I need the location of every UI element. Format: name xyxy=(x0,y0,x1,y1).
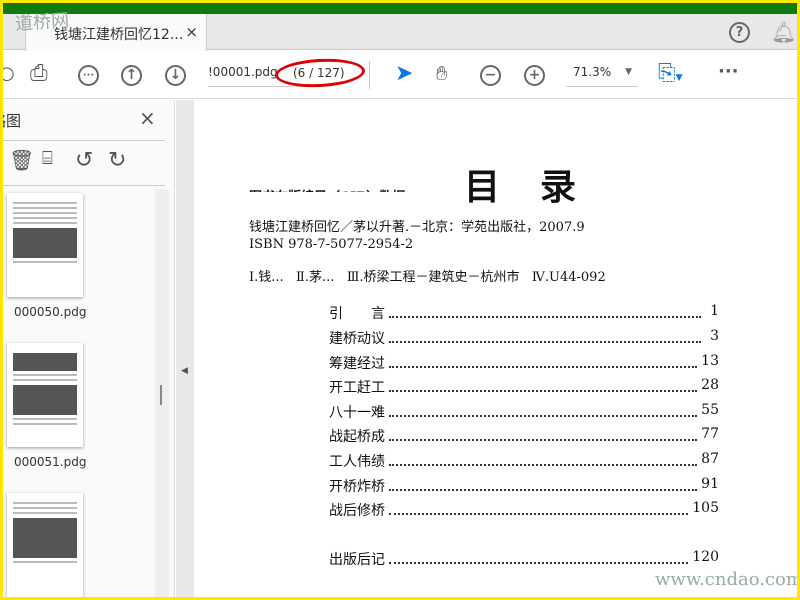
toc-page: 120 xyxy=(692,549,719,565)
toc-page: 13 xyxy=(701,353,719,369)
hand-icon[interactable]: ✋︎ xyxy=(436,63,447,83)
toc-title: 开工赶工 xyxy=(329,380,385,396)
watermark-url: www.cndao.com xyxy=(655,569,797,590)
page-thumbnail[interactable] xyxy=(7,343,83,447)
back-icon[interactable]: ○ xyxy=(3,65,15,83)
thumbnail-label: 000050.pdg xyxy=(14,305,87,319)
close-tab-icon[interactable]: × xyxy=(185,23,198,41)
toc-title: 筹建经过 xyxy=(329,356,385,372)
toc-entry[interactable]: 开工赶工 28 xyxy=(329,377,719,397)
toc-entry[interactable]: 出版后记 120 xyxy=(329,549,719,569)
toc-leader xyxy=(389,402,698,417)
title-bar xyxy=(3,3,797,14)
toc-leader xyxy=(389,377,698,392)
toc-leader xyxy=(389,426,698,441)
print-icon[interactable]: ⎙ xyxy=(30,63,48,85)
fit-page-icon[interactable]: ⎘▼ xyxy=(658,63,683,85)
annotation-oval xyxy=(274,56,366,90)
toc-page: 1 xyxy=(710,303,719,319)
toc-title: 战后修桥 xyxy=(329,503,385,519)
toc-leader xyxy=(389,549,689,564)
cip-isbn: ISBN 978-7-5077-2954-2 xyxy=(249,237,414,252)
resize-handle[interactable] xyxy=(160,385,162,405)
toc-leader xyxy=(389,328,701,343)
toc-entry[interactable]: 战起桥成 77 xyxy=(329,426,719,446)
toc-page: 91 xyxy=(701,476,719,492)
toc-entry[interactable]: 八十一难 55 xyxy=(329,402,719,422)
toc-title: 战起桥成 xyxy=(329,429,385,445)
toc-page: 87 xyxy=(701,451,719,467)
tab-bar: 钱塘江建桥回忆12... × ? 🔔︎ xyxy=(3,14,797,51)
extract-page-icon[interactable]: ⌸ xyxy=(42,150,53,168)
cip-header: 图书在版编目（CIP）数据 xyxy=(249,186,405,192)
toc-title: 建桥动议 xyxy=(329,331,385,347)
help-icon[interactable]: ? xyxy=(729,22,750,43)
chevron-down-icon: ▼ xyxy=(625,67,632,77)
document-page: 目录 图书在版编目（CIP）数据 钱塘江建桥回忆／茅以升著.－北京：学苑出版社，… xyxy=(194,100,797,597)
next-page-icon[interactable]: ↓ xyxy=(165,65,186,86)
tab-title: 钱塘江建桥回忆12... xyxy=(54,27,184,43)
toc-leader xyxy=(389,303,701,318)
toc-page: 105 xyxy=(692,500,719,516)
toc-entry[interactable]: 引 言 1 xyxy=(329,303,719,323)
toc-title: 出版后记 xyxy=(329,552,385,568)
page-thumbnail[interactable] xyxy=(7,193,83,297)
select-cursor-icon[interactable]: ➤ xyxy=(395,63,413,85)
trash-icon[interactable]: 🗑︎ xyxy=(9,150,34,170)
zoom-value: 71.3% xyxy=(573,65,612,79)
toc-page: 55 xyxy=(701,402,719,418)
thumbnail-label: 000051.pdg xyxy=(14,455,87,469)
watermark-logo: 道桥网 xyxy=(14,10,70,35)
toc-leader xyxy=(389,500,689,515)
thumbnail-sidebar: 略图 × 🗑︎ ⌸ ↺ ↻ 000050.pdg 000051.pdg xyxy=(3,100,175,597)
divider xyxy=(3,140,165,141)
toc-title: 引 言 xyxy=(329,306,385,322)
more-icon[interactable]: ··· xyxy=(718,63,739,81)
toc-entry[interactable]: 工人伟绩 87 xyxy=(329,451,719,471)
prev-page-icon[interactable]: ↑ xyxy=(121,65,142,86)
close-sidebar-icon[interactable]: × xyxy=(139,106,156,130)
toc-leader xyxy=(389,353,698,368)
toc-page: 28 xyxy=(701,377,719,393)
zoom-out-icon[interactable]: − xyxy=(480,65,501,86)
bell-icon[interactable]: 🔔︎ xyxy=(771,22,796,42)
sidebar-title: 略图 xyxy=(3,112,22,130)
toc-page: 77 xyxy=(701,426,719,442)
toc-page: 3 xyxy=(710,328,719,344)
search-zoom-icon[interactable]: ··· xyxy=(78,65,99,86)
toc-entry[interactable]: 开桥炸桥 91 xyxy=(329,476,719,496)
app-window: 钱塘江建桥回忆12... × ? 🔔︎ ○ ⎙ ··· ↑ ↓ !00001.p… xyxy=(3,3,797,597)
cip-line: 钱塘江建桥回忆／茅以升著.－北京：学苑出版社，2007.9 xyxy=(249,220,585,235)
rotate-right-icon[interactable]: ↻ xyxy=(108,150,126,172)
toc-entry[interactable]: 建桥动议 3 xyxy=(329,328,719,348)
toc-entry[interactable]: 战后修桥 105 xyxy=(329,500,719,520)
toc-leader xyxy=(389,451,698,466)
toc-entry[interactable]: 筹建经过 13 xyxy=(329,353,719,373)
zoom-select[interactable]: 71.3% ▼ xyxy=(566,65,638,87)
collapse-arrow-icon[interactable]: ◀ xyxy=(181,366,188,376)
page-thumbnail[interactable] xyxy=(7,493,83,597)
divider xyxy=(369,61,370,89)
sidebar-scrollbar[interactable] xyxy=(155,189,169,597)
toc-title: 八十一难 xyxy=(329,405,385,421)
splitter[interactable]: ◀ xyxy=(160,100,194,597)
toolbar: ○ ⎙ ··· ↑ ↓ !00001.pdg (6 / 127) ➤ ✋︎ − … xyxy=(3,51,797,99)
rotate-left-icon[interactable]: ↺ xyxy=(75,150,93,172)
toc-title: 开桥炸桥 xyxy=(329,479,385,495)
cip-classification: Ⅰ.钱... Ⅱ.茅... Ⅲ.桥梁工程－建筑史－杭州市 Ⅳ.U44-092 xyxy=(249,270,606,285)
page-heading: 目录 xyxy=(464,166,617,208)
divider xyxy=(3,185,165,186)
toc-leader xyxy=(389,476,698,491)
zoom-in-icon[interactable]: + xyxy=(524,65,545,86)
toc-title: 工人伟绩 xyxy=(329,454,385,470)
